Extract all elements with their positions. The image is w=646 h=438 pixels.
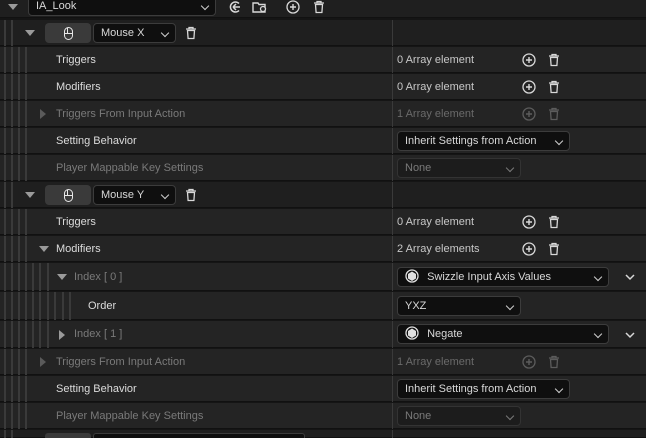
key-combo-value: Mouse Y xyxy=(101,189,145,201)
index-1-label: Index [ 1 ] xyxy=(74,328,123,340)
collapse-arrow[interactable] xyxy=(25,20,35,46)
triggers-value: 0 Array element xyxy=(397,216,475,228)
add-icon[interactable] xyxy=(520,236,538,262)
add-icon[interactable] xyxy=(520,47,538,73)
key-selector-button[interactable] xyxy=(45,185,91,205)
delete-icon xyxy=(545,101,563,127)
order-label: Order xyxy=(88,300,117,312)
add-icon[interactable] xyxy=(520,209,538,235)
delete-icon[interactable] xyxy=(545,74,563,100)
delete-icon xyxy=(545,349,563,375)
triggers-from-input-action-row: Triggers From Input Action 1 Array eleme… xyxy=(0,349,646,375)
key-combo[interactable] xyxy=(93,433,305,438)
player-mappable-key-settings-row: Player Mappable Key Settings None xyxy=(0,403,646,429)
triggers-row: Triggers 0 Array element xyxy=(0,209,646,235)
pmks-label: Player Mappable Key Settings xyxy=(56,410,204,422)
modifiers-value: 2 Array elements xyxy=(397,243,480,255)
collapse-arrow[interactable] xyxy=(25,182,35,208)
add-icon[interactable] xyxy=(284,0,302,18)
delete-icon[interactable] xyxy=(545,236,563,262)
key-selector-button[interactable] xyxy=(45,23,91,43)
add-icon xyxy=(520,101,538,127)
browse-asset-icon[interactable] xyxy=(251,0,269,18)
triggers-row: Triggers 0 Array element xyxy=(0,47,646,73)
triggers-from-input-action-row: Triggers From Input Action 1 Array eleme… xyxy=(0,101,646,127)
pmks-combo[interactable]: None xyxy=(397,158,521,178)
class-icon xyxy=(405,269,419,283)
setting-behavior-label: Setting Behavior xyxy=(56,383,137,395)
order-row: Order YXZ xyxy=(0,292,646,320)
tfia-value: 1 Array element xyxy=(397,108,475,120)
setting-behavior-row: Setting Behavior Inherit Settings from A… xyxy=(0,128,646,154)
modifiers-row: Modifiers 0 Array element xyxy=(0,74,646,100)
order-combo[interactable]: YXZ xyxy=(397,296,521,316)
setting-behavior-label: Setting Behavior xyxy=(56,135,137,147)
modifier-index-1-row: Index [ 1 ] Negate xyxy=(0,321,646,348)
modifiers-row: Modifiers 2 Array elements xyxy=(0,236,646,262)
browse-back-icon[interactable] xyxy=(226,0,244,18)
triggers-label: Triggers xyxy=(56,216,96,228)
action-mapping-header: IA_Look xyxy=(0,0,646,18)
add-icon xyxy=(520,349,538,375)
modifiers-label: Modifiers xyxy=(56,243,101,255)
tfia-label: Triggers From Input Action xyxy=(56,108,186,120)
modifier-class-value: Swizzle Input Axis Values xyxy=(427,271,551,283)
collapse-arrow[interactable] xyxy=(39,236,49,262)
key-selector-button[interactable] xyxy=(45,433,91,438)
index-0-label: Index [ 0 ] xyxy=(74,271,123,283)
mapping-row-mouse-y: Mouse Y xyxy=(0,182,646,208)
add-icon[interactable] xyxy=(520,74,538,100)
key-combo[interactable]: Mouse X xyxy=(93,23,176,43)
mapping-row-mouse-x: Mouse X xyxy=(0,20,646,46)
pmks-value: None xyxy=(405,410,432,422)
setting-behavior-row: Setting Behavior Inherit Settings from A… xyxy=(0,376,646,402)
delete-icon[interactable] xyxy=(545,47,563,73)
setting-behavior-combo[interactable]: Inherit Settings from Action xyxy=(397,379,570,399)
mapping-row-partial xyxy=(0,430,646,438)
setting-behavior-value: Inherit Settings from Action xyxy=(405,383,537,395)
triggers-label: Triggers xyxy=(56,54,96,66)
delete-mapping-icon[interactable] xyxy=(182,20,200,46)
pmks-label: Player Mappable Key Settings xyxy=(56,162,204,174)
modifiers-value: 0 Array element xyxy=(397,81,475,93)
modifier-class-value: Negate xyxy=(427,328,463,340)
modifiers-label: Modifiers xyxy=(56,81,101,93)
class-icon xyxy=(405,326,419,340)
expand-arrow[interactable] xyxy=(40,101,46,127)
triggers-value: 0 Array element xyxy=(397,54,475,66)
mouse-icon xyxy=(63,188,73,202)
order-value: YXZ xyxy=(405,300,427,312)
key-combo-value: Mouse X xyxy=(101,27,145,39)
collapse-arrow[interactable] xyxy=(8,0,18,18)
modifier-index-0-row: Index [ 0 ] Swizzle Input Axis Values xyxy=(0,263,646,291)
delete-mapping-icon[interactable] xyxy=(182,182,200,208)
delete-icon[interactable] xyxy=(310,0,328,18)
setting-behavior-combo[interactable]: Inherit Settings from Action xyxy=(397,131,570,151)
player-mappable-key-settings-row: Player Mappable Key Settings None xyxy=(0,155,646,181)
pmks-value: None xyxy=(405,162,432,174)
expand-arrow[interactable] xyxy=(59,321,65,348)
pmks-combo[interactable]: None xyxy=(397,406,521,426)
setting-behavior-value: Inherit Settings from Action xyxy=(405,135,537,147)
mouse-icon xyxy=(63,26,73,40)
key-combo[interactable]: Mouse Y xyxy=(93,185,176,205)
tfia-value: 1 Array element xyxy=(397,356,475,368)
collapse-arrow[interactable] xyxy=(57,263,67,291)
input-action-combo[interactable]: IA_Look xyxy=(28,0,216,16)
chevron-down-icon[interactable] xyxy=(621,263,639,291)
modifier-class-combo[interactable]: Swizzle Input Axis Values xyxy=(397,267,609,287)
modifier-class-combo[interactable]: Negate xyxy=(397,324,609,344)
delete-icon[interactable] xyxy=(545,209,563,235)
expand-arrow[interactable] xyxy=(40,349,46,375)
chevron-down-icon[interactable] xyxy=(621,321,639,348)
tfia-label: Triggers From Input Action xyxy=(56,356,186,368)
input-action-value: IA_Look xyxy=(36,0,77,12)
